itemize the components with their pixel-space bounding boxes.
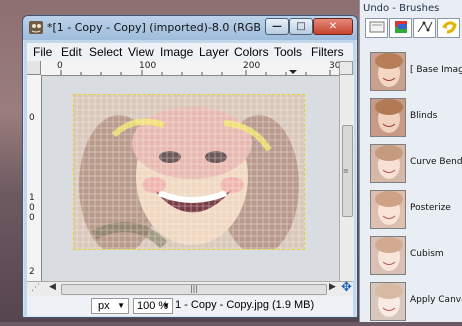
ruler-label: 0 bbox=[29, 213, 35, 223]
gimp-image-window: *[1 - Copy - Copy] (imported)-8.0 (RGB c… bbox=[22, 15, 358, 318]
paths-tab-button[interactable] bbox=[413, 18, 436, 38]
vertical-ruler[interactable]: 0 1 0 0 2 bbox=[27, 75, 42, 281]
ruler-label: 0 bbox=[29, 113, 35, 123]
window-title: *[1 - Copy - Copy] (imported)-8.0 (RGB c… bbox=[47, 21, 263, 34]
menu-layer[interactable]: Layer bbox=[199, 45, 229, 59]
filtered-photo bbox=[74, 95, 304, 249]
layers-icon bbox=[394, 21, 407, 33]
history-item[interactable]: Cubism bbox=[360, 234, 462, 280]
panel-title: Undo - Brushes bbox=[363, 3, 440, 14]
menu-colors[interactable]: Colors bbox=[234, 45, 269, 59]
history-thumbnail bbox=[370, 236, 406, 275]
brushes-tab-button[interactable] bbox=[389, 18, 412, 38]
chevron-down-icon: ▼ bbox=[117, 301, 125, 310]
vertical-scrollbar[interactable]: ≡ bbox=[339, 75, 354, 281]
undo-tab-button[interactable] bbox=[365, 18, 388, 38]
history-item[interactable]: Blinds bbox=[360, 96, 462, 142]
history-thumbnail bbox=[370, 282, 406, 321]
ruler-ticks bbox=[60, 70, 331, 75]
history-label: Cubism bbox=[410, 249, 444, 259]
unit-select[interactable]: px ▼ bbox=[91, 298, 129, 314]
history-thumbnail bbox=[370, 98, 406, 137]
undo-arrow-icon bbox=[441, 21, 457, 34]
scroll-left-icon[interactable]: ◀ bbox=[49, 282, 56, 292]
history-thumbnail bbox=[370, 144, 406, 183]
history-thumbnail bbox=[370, 52, 406, 91]
history-label: Blinds bbox=[410, 111, 438, 121]
menu-filters[interactable]: Filters bbox=[311, 45, 344, 59]
undo-history-panel: Undo - Brushes [ Base Image ] bbox=[359, 0, 462, 322]
quick-mask-toggle[interactable] bbox=[27, 61, 41, 75]
gimp-app-icon bbox=[29, 21, 43, 34]
scroll-grip-icon: ≡ bbox=[343, 167, 349, 175]
image-canvas[interactable] bbox=[73, 94, 305, 250]
menu-bar: File Edit Select View Image Layer Colors… bbox=[27, 43, 353, 61]
history-item[interactable]: Posterize bbox=[360, 188, 462, 234]
unit-value: px bbox=[98, 300, 110, 312]
history-label: Apply Canvas bbox=[410, 295, 462, 305]
undo-tab-icon bbox=[369, 21, 384, 33]
close-button[interactable]: ✕ bbox=[313, 18, 353, 35]
file-info: 1 - Copy - Copy.jpg (1.9 MB) bbox=[175, 299, 315, 311]
horizontal-scroll-thumb[interactable]: ||| bbox=[61, 284, 327, 295]
menu-image[interactable]: Image bbox=[160, 45, 193, 59]
history-label: Curve Bend bbox=[410, 157, 462, 167]
history-item[interactable]: Apply Canvas bbox=[360, 280, 462, 326]
menu-edit[interactable]: Edit bbox=[61, 45, 82, 59]
ruler-label: 2 bbox=[29, 267, 35, 277]
zoom-select[interactable]: 100 % ▼ bbox=[133, 298, 173, 314]
undo-arrow-tab-button[interactable] bbox=[437, 18, 460, 38]
menu-select[interactable]: Select bbox=[89, 45, 122, 59]
ruler-label: 1 bbox=[29, 193, 35, 203]
maximize-button[interactable]: □ bbox=[289, 18, 313, 35]
history-item[interactable]: Curve Bend bbox=[360, 142, 462, 188]
navigate-icon[interactable]: ✥ bbox=[341, 280, 352, 295]
history-label: Posterize bbox=[410, 203, 451, 213]
ruler-label: 0 bbox=[29, 203, 35, 213]
menu-file[interactable]: File bbox=[33, 45, 52, 59]
title-bar[interactable]: *[1 - Copy - Copy] (imported)-8.0 (RGB c… bbox=[23, 16, 357, 40]
zoom-image-toggle[interactable] bbox=[339, 61, 353, 75]
menu-view[interactable]: View bbox=[128, 45, 154, 59]
paths-icon bbox=[417, 21, 432, 33]
history-label: [ Base Image ] bbox=[410, 65, 462, 75]
chevron-down-icon: ▼ bbox=[162, 301, 170, 310]
horizontal-ruler[interactable]: 0 100 200 30 bbox=[41, 61, 340, 76]
status-bar: px ▼ 100 % ▼ 1 - Copy - Copy.jpg (1.9 MB… bbox=[27, 296, 353, 316]
minimize-button[interactable]: — bbox=[265, 18, 289, 35]
scroll-right-icon[interactable]: ▶ bbox=[329, 282, 336, 292]
history-thumbnail bbox=[370, 190, 406, 229]
history-item[interactable]: [ Base Image ] bbox=[360, 50, 462, 96]
canvas-area[interactable]: 0 100 200 30 0 1 0 0 2 ≡ bbox=[27, 61, 354, 281]
resize-grip-icon: ⋰ bbox=[31, 283, 40, 293]
horizontal-scrollbar[interactable]: ⋰ ◀ ||| ▶ ✥ bbox=[27, 280, 353, 296]
menu-tools[interactable]: Tools bbox=[274, 45, 302, 59]
